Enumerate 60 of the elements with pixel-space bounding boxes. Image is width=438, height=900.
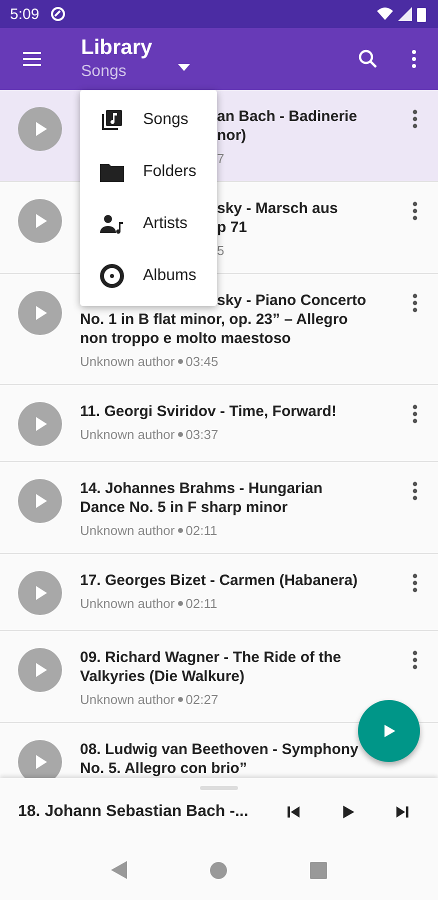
signal-icon	[398, 7, 412, 21]
song-author: Unknown author	[80, 427, 175, 442]
battery-icon	[417, 6, 426, 22]
menu-item[interactable]: Albums	[80, 250, 217, 302]
wifi-icon	[377, 7, 393, 21]
more-options-icon[interactable]	[412, 573, 418, 593]
notification-icon	[50, 6, 66, 22]
folder-icon	[100, 162, 124, 182]
music-library-icon	[100, 108, 124, 132]
song-title: 08. Ludwig van Beethoven - Symphony	[80, 740, 360, 759]
home-icon[interactable]	[210, 862, 227, 878]
song-title: No. 5. Allegro con brio”	[80, 759, 248, 778]
song-author: Unknown author	[80, 692, 175, 707]
menu-item[interactable]: Artists	[80, 198, 217, 250]
more-options-icon[interactable]	[412, 481, 418, 501]
section-subtitle[interactable]: Songs	[81, 61, 152, 83]
separator-dot	[178, 528, 183, 533]
song-title: nor)	[217, 126, 248, 145]
song-author: Unknown author	[80, 354, 175, 369]
song-title: non troppo e molto maestoso	[80, 329, 292, 348]
separator-dot	[178, 359, 183, 364]
recents-icon[interactable]	[310, 862, 327, 878]
menu-item[interactable]: Songs	[80, 94, 217, 146]
song-title: Valkyries (Die Walkure)	[80, 667, 246, 686]
song-title: sky - Piano Concerto	[216, 291, 368, 310]
now-playing-title: 18. Johann Sebastian Bach -...	[18, 803, 248, 821]
song-duration: 5	[217, 243, 226, 258]
dropdown-caret-icon[interactable]	[178, 64, 190, 70]
song-title: p 71	[217, 218, 248, 237]
separator-dot	[178, 432, 183, 437]
song-title: 09. Richard Wagner - The Ride of the	[80, 648, 342, 667]
song-title: No. 1 in B flat minor, op. 23” – Allegro	[80, 310, 349, 329]
song-title: Dance No. 5 in F sharp minor	[80, 498, 289, 517]
disc-icon	[100, 264, 124, 288]
more-options-icon[interactable]	[412, 404, 418, 424]
song-title: sky - Marsch aus	[217, 199, 339, 218]
song-duration: 03:37	[186, 427, 218, 442]
song-duration: 02:27	[186, 692, 218, 707]
song-author: Unknown author	[80, 523, 175, 538]
song-duration: 02:11	[186, 523, 218, 538]
more-options-icon[interactable]	[412, 201, 418, 221]
back-icon[interactable]	[111, 861, 128, 879]
song-title: an Bach - Badinerie	[217, 107, 358, 126]
song-title: 14. Johannes Brahms - Hungarian	[80, 479, 324, 498]
more-options-icon[interactable]	[412, 109, 418, 129]
menu-item[interactable]: Folders	[80, 146, 217, 198]
song-duration: 03:45	[186, 354, 218, 369]
person-music-icon	[100, 214, 124, 234]
song-duration: 02:11	[186, 596, 218, 611]
more-options-icon[interactable]	[412, 650, 418, 670]
more-options-icon[interactable]	[412, 293, 418, 313]
song-duration: 7	[217, 151, 226, 166]
status-time: 5:09	[10, 6, 40, 22]
song-title: 17. Georges Bizet - Carmen (Habanera)	[80, 571, 359, 590]
play-fab[interactable]	[358, 700, 420, 762]
separator-dot	[178, 697, 183, 702]
separator-dot	[178, 601, 183, 606]
song-author: Unknown author	[80, 596, 175, 611]
app-title: Library	[81, 35, 152, 61]
song-title: 11. Georgi Sviridov - Time, Forward!	[80, 402, 338, 421]
